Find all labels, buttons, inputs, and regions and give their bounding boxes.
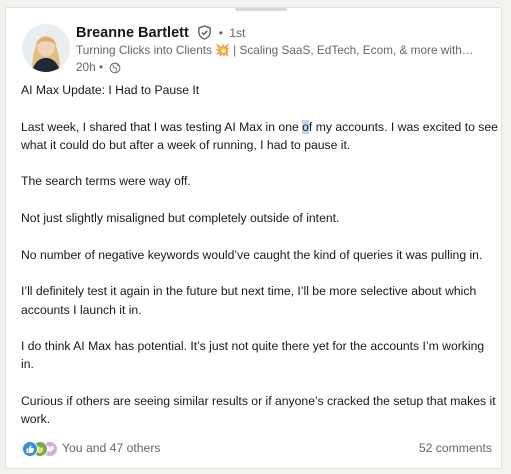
post-paragraph: Last week, I shared that I was testing A… — [21, 118, 499, 155]
avatar[interactable] — [22, 24, 70, 72]
card-top-divider — [235, 8, 287, 11]
post-paragraph: The search terms were way off. — [21, 174, 191, 189]
comments-count[interactable]: 52 comments — [419, 441, 492, 455]
author-headline: Turning Clicks into Clients 💥 | Scaling … — [76, 43, 476, 57]
thumbs-up-icon — [22, 441, 38, 457]
post-body: AI Max Update: I Had to Pause It Last we… — [21, 81, 499, 447]
degree-separator: • — [218, 25, 223, 40]
author-name-row: Breanne Bartlett • 1st — [76, 24, 245, 44]
globe-icon — [110, 62, 121, 74]
author-name[interactable]: Breanne Bartlett — [76, 25, 189, 41]
post-time: 20h — [76, 60, 96, 74]
post-paragraph: Curious if others are seeing similar res… — [21, 394, 496, 427]
post-meta: 20h • — [76, 60, 121, 74]
social-counts: You and 47 others 52 comments — [22, 440, 492, 458]
post-paragraph: Not just slightly misaligned but complet… — [21, 211, 340, 226]
text-selection: o — [302, 119, 309, 134]
post-paragraph: I’ll definitely test it again in the fut… — [21, 284, 477, 317]
post-header: Breanne Bartlett • 1st Turning Clicks in… — [22, 24, 482, 76]
reaction-icons[interactable] — [22, 440, 60, 457]
shield-check-icon — [198, 25, 212, 41]
paragraph-text: Last week, I shared that I was testing A… — [21, 119, 303, 134]
reactions-count[interactable]: You and 47 others — [62, 441, 161, 455]
post-card: Breanne Bartlett • 1st Turning Clicks in… — [5, 7, 502, 469]
avatar-photo — [22, 24, 70, 72]
post-title: AI Max Update: I Had to Pause It — [21, 83, 200, 97]
post-paragraph: I do think AI Max has potential. It’s ju… — [21, 339, 485, 372]
post-paragraph: No number of negative keywords would’ve … — [21, 247, 483, 262]
time-separator: • — [98, 60, 104, 74]
connection-degree: 1st — [229, 25, 246, 40]
